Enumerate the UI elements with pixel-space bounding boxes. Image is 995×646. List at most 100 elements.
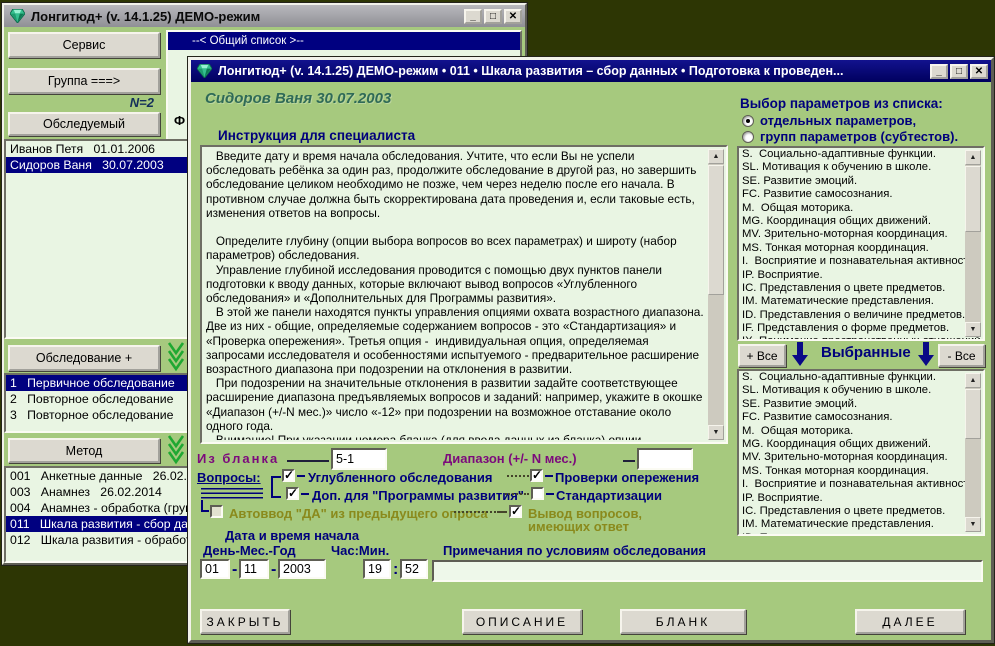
from-blank-input[interactable]	[331, 448, 387, 470]
param-list-item[interactable]: ID. Представления о величине предметов.	[739, 532, 983, 536]
description-button[interactable]: ОПИСАНИЕ	[462, 609, 582, 634]
param-list-item[interactable]: IM. Математические представления.	[739, 295, 983, 308]
scroll-down-icon[interactable]: ▼	[708, 425, 724, 440]
group-params-radio[interactable]	[742, 131, 754, 143]
dialog-titlebar[interactable]: Лонгитюд+ (v. 14.1.25) ДЕМО-режим • 011 …	[191, 60, 991, 82]
notes-label: Примечания по условиям обследования	[443, 543, 706, 558]
hour-input[interactable]	[363, 559, 391, 579]
param-list-item[interactable]: SL. Мотивация к обучению в школе.	[739, 161, 983, 174]
date-separator: -	[232, 561, 237, 579]
navy-down-arrow-icon	[791, 341, 809, 367]
standardization-checkbox[interactable]	[531, 487, 544, 500]
method-button[interactable]: Метод	[8, 438, 160, 463]
param-list-item[interactable]: MV. Зрительно-моторная координация.	[739, 451, 983, 464]
maximize-button[interactable]: □	[950, 64, 968, 79]
param-list-item[interactable]: IP. Восприятие.	[739, 492, 983, 505]
auto-yes-checkbox[interactable]	[210, 505, 223, 518]
next-button[interactable]: ДАЛЕЕ	[855, 609, 965, 634]
close-icon[interactable]: ✕	[504, 9, 522, 24]
ahead-check-label: Проверки опережения	[555, 470, 699, 485]
param-list-item[interactable]: S. Социально-адаптивные функции.	[739, 148, 983, 161]
dialog-body: Сидоров Ваня 30.07.2003 Инструкция для с…	[191, 82, 991, 640]
scroll-thumb[interactable]	[708, 165, 724, 295]
subject-button[interactable]: Обследуемый	[8, 112, 160, 136]
app-gem-icon	[10, 9, 25, 23]
minute-input[interactable]	[400, 559, 428, 579]
param-list-item[interactable]: FC. Развитие самосознания.	[739, 188, 983, 201]
dop-program-checkbox[interactable]	[286, 487, 299, 500]
param-list-item[interactable]: IP. Восприятие.	[739, 269, 983, 282]
questions-label: Вопросы:	[197, 470, 261, 485]
param-list-item[interactable]: S. Социально-адаптивные функции.	[739, 371, 983, 384]
month-input[interactable]	[239, 559, 269, 579]
scroll-up-icon[interactable]: ▲	[708, 149, 724, 164]
scroll-thumb[interactable]	[965, 389, 981, 439]
selector-heading: Выбор параметров из списка:	[740, 96, 943, 111]
close-icon[interactable]: ✕	[970, 64, 988, 79]
from-blank-label: Из бланка	[197, 451, 279, 466]
range-label: Диапазон (+/- N мес.)	[443, 451, 577, 466]
param-list-item[interactable]: IX. Понимание пространственных отношений…	[739, 335, 983, 341]
param-list-item[interactable]: IC. Представления о цвете предметов.	[739, 505, 983, 518]
scroll-thumb[interactable]	[965, 166, 981, 232]
scroll-down-icon[interactable]: ▼	[965, 517, 981, 532]
main-window-title: Лонгитюд+ (v. 14.1.25) ДЕМО-режим	[31, 9, 458, 24]
params-scrollbar[interactable]: ▲ ▼	[965, 150, 981, 337]
dop-program-label: Доп. для "Программы развития"	[312, 488, 524, 503]
param-list-item[interactable]: IF. Представления о форме предметов.	[739, 322, 983, 335]
instruction-text: Введите дату и время начала обследования…	[206, 149, 706, 440]
param-list-item[interactable]: SE. Развитие эмоций.	[739, 175, 983, 188]
scroll-down-icon[interactable]: ▼	[965, 322, 981, 337]
param-list-item[interactable]: I. Восприятие и познавательная активност…	[739, 255, 983, 268]
available-params-list[interactable]: ▲ ▼ S. Социально-адаптивные функции.SL. …	[737, 146, 985, 341]
app-gem-icon	[197, 64, 212, 78]
selected-params-list[interactable]: ▲ ▼ S. Социально-адаптивные функции.SL. …	[737, 369, 985, 536]
blank-button[interactable]: БЛАНК	[620, 609, 746, 634]
param-list-item[interactable]: MG. Координация общих движений.	[739, 438, 983, 451]
examination-button[interactable]: Обследование +	[8, 345, 160, 371]
remove-all-button[interactable]: - Все	[938, 344, 985, 367]
scroll-up-icon[interactable]: ▲	[965, 373, 981, 388]
param-list-item[interactable]: MG. Координация общих движений.	[739, 215, 983, 228]
notes-input[interactable]	[432, 560, 983, 582]
year-input[interactable]	[278, 559, 326, 579]
scroll-up-icon[interactable]: ▲	[965, 150, 981, 165]
instruction-heading: Инструкция для специалиста	[218, 128, 415, 143]
add-all-button[interactable]: + Все	[738, 344, 786, 367]
param-list-item[interactable]: MV. Зрительно-моторная координация.	[739, 228, 983, 241]
navy-down-arrow-icon	[917, 341, 935, 367]
desktop: Лонгитюд+ (v. 14.1.25) ДЕМО-режим _ □ ✕ …	[0, 0, 995, 646]
group-count-label: N=2	[94, 95, 154, 110]
param-list-item[interactable]: ID. Представления о величине предметов.	[739, 309, 983, 322]
param-list-item[interactable]: SE. Развитие эмоций.	[739, 398, 983, 411]
param-list-item[interactable]: M. Общая моторика.	[739, 425, 983, 438]
selected-params-scrollbar[interactable]: ▲ ▼	[965, 373, 981, 532]
close-dialog-button[interactable]: ЗАКРЫТЬ	[200, 609, 290, 634]
group-button[interactable]: Группа ===>	[8, 68, 160, 94]
param-list-item[interactable]: FC. Развитие самосознания.	[739, 411, 983, 424]
param-list-item[interactable]: IM. Математические представления.	[739, 518, 983, 531]
group-params-label: групп параметров (субтестов).	[760, 129, 958, 144]
date-format-label: День-Мес.-Год	[203, 543, 296, 558]
main-window-titlebar[interactable]: Лонгитюд+ (v. 14.1.25) ДЕМО-режим _ □ ✕	[4, 5, 525, 27]
deep-survey-checkbox[interactable]	[282, 469, 295, 482]
param-list-item[interactable]: SL. Мотивация к обучению в школе.	[739, 384, 983, 397]
time-separator: :	[393, 561, 398, 579]
minimize-button[interactable]: _	[464, 9, 482, 24]
maximize-button[interactable]: □	[484, 9, 502, 24]
instruction-scrollbar[interactable]: ▲ ▼	[708, 149, 724, 440]
range-input[interactable]	[637, 448, 693, 470]
single-params-radio[interactable]	[742, 115, 754, 127]
param-list-item[interactable]: MS. Тонкая моторная координация.	[739, 242, 983, 255]
questions-with-answer-checkbox[interactable]	[509, 505, 522, 518]
param-list-item[interactable]: IC. Представления о цвете предметов.	[739, 282, 983, 295]
day-input[interactable]	[200, 559, 230, 579]
param-list-item[interactable]: I. Восприятие и познавательная активност…	[739, 478, 983, 491]
date-separator: -	[271, 561, 276, 579]
ahead-check-checkbox[interactable]	[530, 469, 543, 482]
service-button[interactable]: Сервис	[8, 32, 160, 58]
param-list-item[interactable]: M. Общая моторика.	[739, 202, 983, 215]
minimize-button[interactable]: _	[930, 64, 948, 79]
deep-survey-label: Углубленного обследования	[308, 470, 492, 485]
param-list-item[interactable]: MS. Тонкая моторная координация.	[739, 465, 983, 478]
